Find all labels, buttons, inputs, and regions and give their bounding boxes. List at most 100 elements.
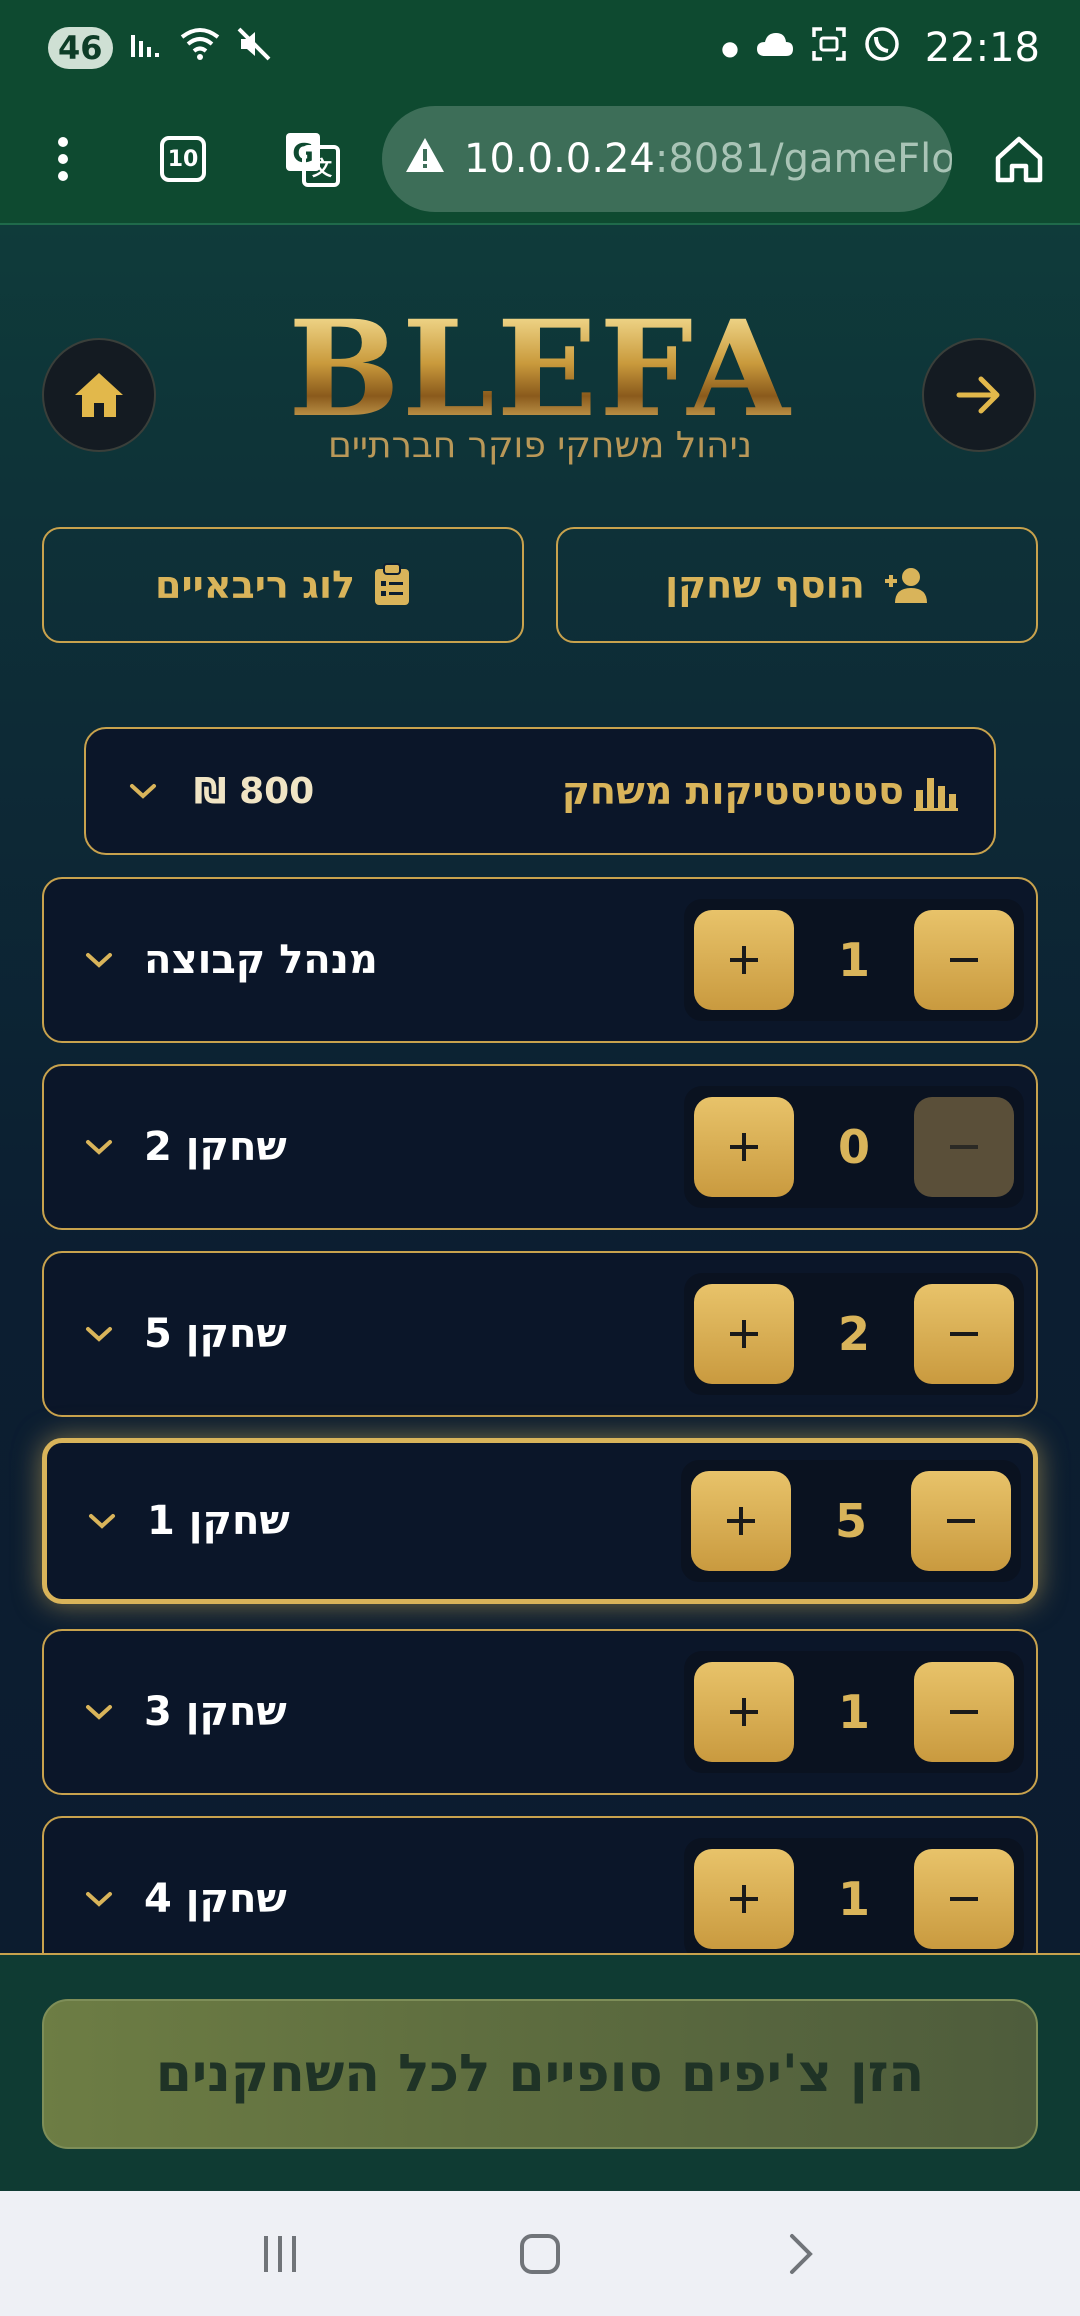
- player-name: מנהל קבוצה: [144, 937, 378, 983]
- player-name: שחקן 3: [144, 1689, 287, 1735]
- browser-toolbar: 10 G 文 10.0.0.24:8081/gameFlow: [0, 95, 1080, 225]
- minus-icon: [950, 1897, 978, 1901]
- stats-left: ₪ 800: [128, 771, 314, 812]
- rebuy-log-label: לוג ריבאיים: [155, 563, 355, 607]
- game-stats-card[interactable]: ₪ 800 סטטיסטיקות משחק: [84, 727, 996, 855]
- rebuy-stepper: 5: [681, 1460, 1021, 1582]
- screenshot-icon: [811, 26, 847, 70]
- increment-button[interactable]: [691, 1471, 791, 1571]
- forward-button[interactable]: [922, 338, 1036, 452]
- url-path: :8081/gameFlow: [654, 136, 952, 182]
- plus-icon: [727, 1507, 755, 1535]
- plus-icon: [730, 1885, 758, 1913]
- chevron-down-icon[interactable]: [84, 950, 114, 970]
- clock: 22:18: [924, 24, 1040, 71]
- plus-icon: [730, 946, 758, 974]
- rebuy-count: 1: [837, 933, 870, 987]
- rebuy-log-button[interactable]: לוג ריבאיים: [42, 527, 524, 643]
- increment-button[interactable]: [694, 1097, 794, 1197]
- minus-icon: [950, 1332, 978, 1336]
- back-nav-icon[interactable]: [778, 2232, 822, 2276]
- app-logo: BLEFA: [240, 304, 840, 436]
- increment-button[interactable]: [694, 1849, 794, 1949]
- chevron-down-icon[interactable]: [84, 1324, 114, 1344]
- svg-text:文: 文: [312, 156, 333, 180]
- rebuy-count: 5: [834, 1494, 867, 1548]
- player-name: שחקן 4: [144, 1876, 287, 1922]
- final-chips-button[interactable]: הזן צ'יפים סופיים לכל השחקנים: [42, 1999, 1038, 2149]
- decrement-button[interactable]: [914, 1849, 1014, 1949]
- rebuy-count: 1: [837, 1685, 870, 1739]
- not-secure-warning-icon[interactable]: [404, 136, 446, 183]
- app-subtitle: ניהול משחקי פוקר חברתיים: [327, 425, 753, 466]
- chevron-down-icon: [130, 784, 156, 799]
- add-user-icon: [884, 568, 927, 603]
- status-right: ● 22:18: [721, 25, 1040, 71]
- player-card[interactable]: מנהל קבוצה 1: [42, 877, 1038, 1043]
- browser-menu-icon[interactable]: [40, 137, 86, 181]
- player-card[interactable]: שחקן 5 2: [42, 1251, 1038, 1417]
- plus-icon: [730, 1133, 758, 1161]
- increment-button[interactable]: [694, 1284, 794, 1384]
- increment-button[interactable]: [694, 910, 794, 1010]
- clipboard-list-icon: [375, 563, 409, 605]
- mute-icon: [237, 27, 273, 69]
- stats-title: סטטיסטיקות משחק: [561, 769, 904, 813]
- player-name-wrap: שחקן 5: [84, 1311, 287, 1357]
- translate-icon[interactable]: G 文: [282, 129, 342, 189]
- increment-button[interactable]: [694, 1662, 794, 1762]
- battery-indicator: 46: [48, 26, 113, 69]
- player-name-wrap: מנהל קבוצה: [84, 937, 378, 983]
- chevron-down-icon[interactable]: [87, 1511, 117, 1531]
- player-card[interactable]: שחקן 1 5: [42, 1438, 1038, 1604]
- player-card[interactable]: שחקן 3 1: [42, 1629, 1038, 1795]
- player-card[interactable]: שחקן 2 0: [42, 1064, 1038, 1230]
- chevron-down-icon[interactable]: [84, 1889, 114, 1909]
- stats-title-wrap: סטטיסטיקות משחק: [562, 769, 960, 813]
- rebuy-count: 1: [837, 1872, 870, 1926]
- rebuy-stepper: 2: [684, 1273, 1024, 1395]
- url-host: 10.0.0.24: [464, 136, 655, 182]
- wifi-icon: [179, 27, 221, 69]
- app-main: BLEFA ניהול משחקי פוקר חברתיים הוסף שחקן…: [0, 225, 1080, 1953]
- rebuy-count: 0: [837, 1120, 870, 1174]
- bar-chart-icon: [914, 778, 958, 811]
- signal-icon: [129, 29, 163, 67]
- rebuy-stepper: 1: [684, 1838, 1024, 1953]
- status-left: 46: [48, 26, 273, 69]
- player-name-wrap: שחקן 4: [84, 1876, 287, 1922]
- arrow-right-icon: [956, 376, 1000, 414]
- tab-switcher-button[interactable]: 10: [160, 136, 206, 182]
- cloud-icon: [755, 30, 795, 66]
- chevron-down-icon[interactable]: [84, 1702, 114, 1722]
- recent-apps-icon[interactable]: [258, 2232, 302, 2276]
- add-player-label: הוסף שחקן: [665, 563, 865, 607]
- browser-home-icon[interactable]: [992, 132, 1046, 186]
- system-nav-bar: [0, 2191, 1080, 2316]
- rebuy-stepper: 1: [684, 899, 1024, 1021]
- player-card[interactable]: שחקן 4 1: [42, 1816, 1038, 1953]
- decrement-button[interactable]: [914, 1284, 1014, 1384]
- player-name: שחקן 1: [147, 1498, 290, 1544]
- chevron-down-icon[interactable]: [84, 1137, 114, 1157]
- home-button[interactable]: [42, 338, 156, 452]
- dot-icon: ●: [721, 35, 739, 60]
- address-bar[interactable]: 10.0.0.24:8081/gameFlow: [382, 106, 952, 212]
- decrement-button[interactable]: [911, 1471, 1011, 1571]
- player-name: שחקן 2: [144, 1124, 287, 1170]
- stats-total: ₪ 800: [194, 770, 315, 812]
- rebuy-stepper: 1: [684, 1651, 1024, 1773]
- plus-icon: [730, 1698, 758, 1726]
- footer-bar: הזן צ'יפים סופיים לכל השחקנים: [0, 1953, 1080, 2191]
- decrement-button[interactable]: [914, 1662, 1014, 1762]
- decrement-button[interactable]: [914, 910, 1014, 1010]
- rebuy-stepper: 0: [684, 1086, 1024, 1208]
- home-nav-icon[interactable]: [518, 2232, 562, 2276]
- minus-icon: [947, 1519, 975, 1523]
- decrement-button[interactable]: [914, 1097, 1014, 1197]
- player-name-wrap: שחקן 1: [87, 1498, 290, 1544]
- add-player-button[interactable]: הוסף שחקן: [556, 527, 1038, 643]
- player-name-wrap: שחקן 3: [84, 1689, 287, 1735]
- plus-icon: [730, 1320, 758, 1348]
- player-name: שחקן 5: [144, 1311, 287, 1357]
